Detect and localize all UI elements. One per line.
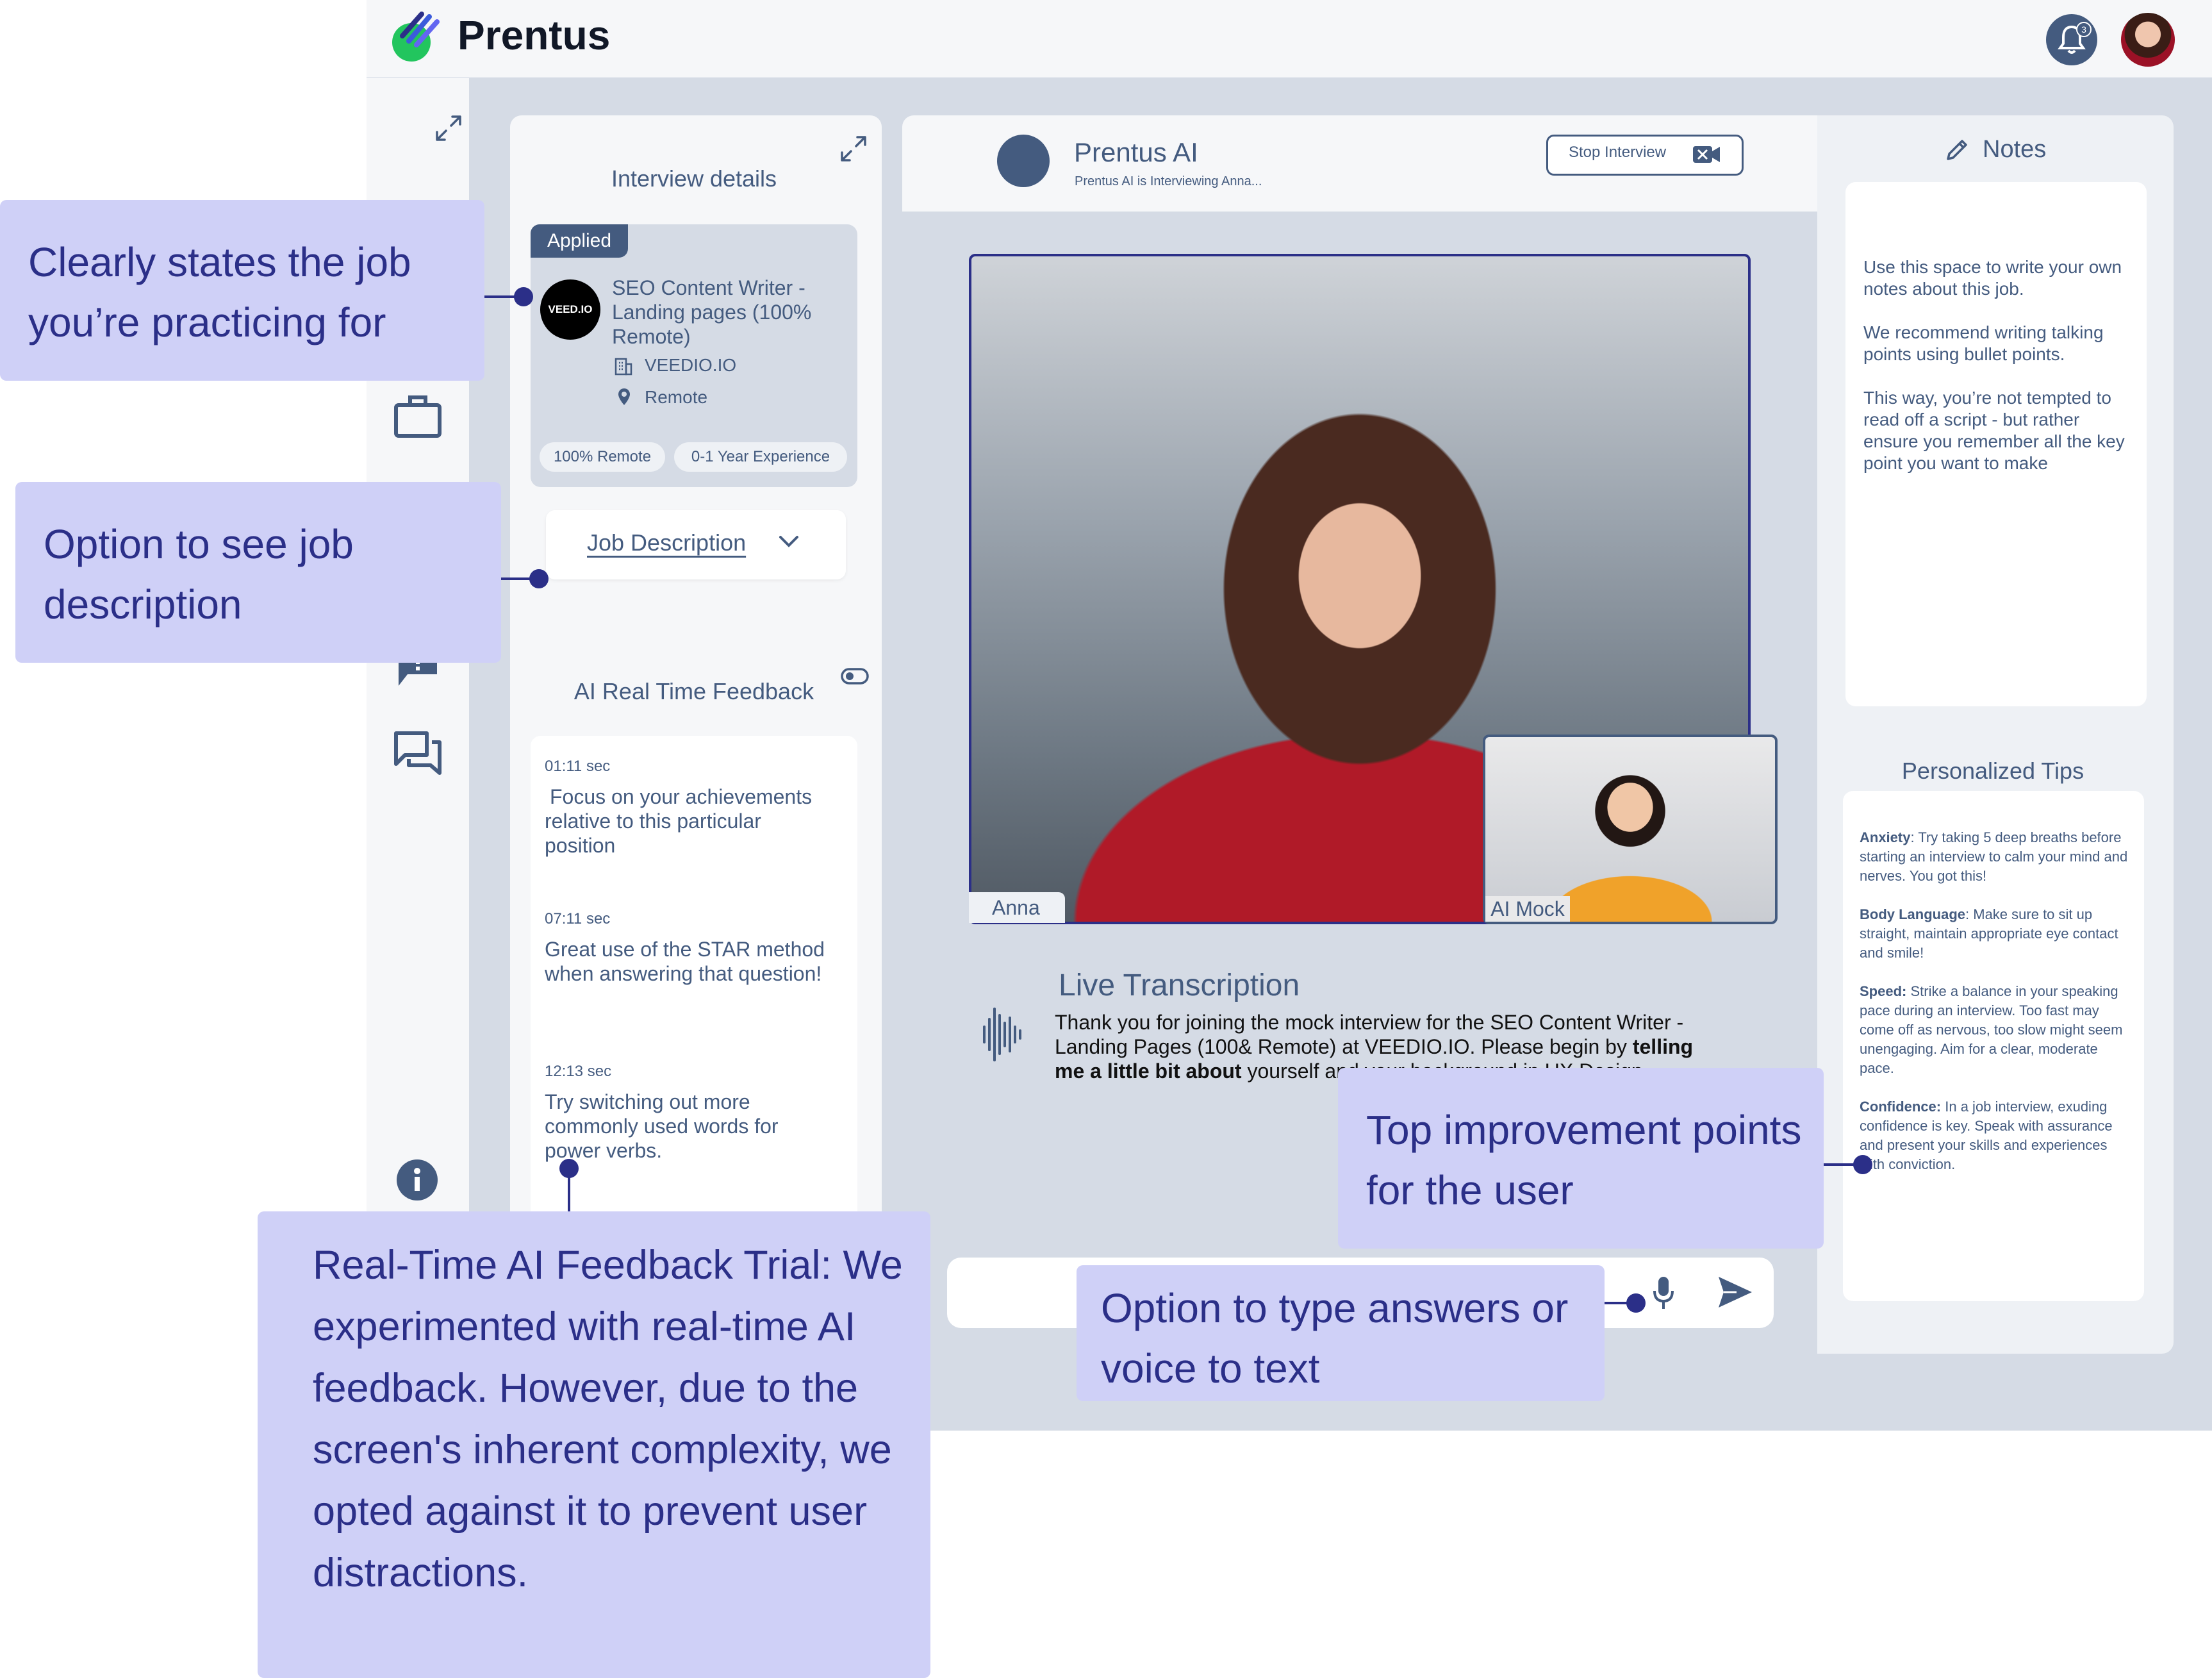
bell-icon — [2058, 25, 2086, 54]
notes-paragraph: Use this space to write your own notes a… — [1863, 257, 2122, 299]
soundwave-icon — [982, 1005, 1023, 1064]
tip-item: Speed: Strike a balance in your speaking… — [1860, 982, 2129, 1078]
notes-placeholder: Use this space to write your own notes a… — [1863, 256, 2133, 474]
ai-subtitle: Prentus AI is Interviewing Anna... — [1075, 174, 1262, 188]
candidate-video-label: Anna — [969, 892, 1065, 923]
microphone-icon[interactable] — [1652, 1275, 1675, 1310]
interview-details-title: Interview details — [611, 165, 777, 192]
company-logo: VEED.IO — [540, 279, 600, 340]
callout-improvement: Top improvement points for the user — [1338, 1068, 1824, 1249]
job-location: Remote — [645, 387, 708, 407]
notes-title: Notes — [1983, 136, 2047, 163]
callout-dot — [514, 287, 533, 306]
send-icon[interactable] — [1717, 1275, 1753, 1309]
callout-input: Option to type answers or voice to text — [1077, 1265, 1605, 1401]
callout-dot — [1626, 1293, 1646, 1313]
job-description-label: Job Description — [587, 529, 747, 556]
callout-dot — [529, 569, 549, 588]
notifications-button[interactable] — [2046, 14, 2097, 65]
callout-connector — [568, 1169, 570, 1213]
live-transcription-title: Live Transcription — [1059, 968, 1300, 1002]
status-badge: Applied — [531, 224, 628, 258]
expand-icon[interactable] — [433, 113, 464, 144]
chat-icon[interactable] — [393, 731, 442, 777]
logo-mark-icon — [388, 10, 443, 64]
callout-dot — [1853, 1155, 1872, 1174]
callout-description: Option to see job description — [15, 482, 501, 663]
tip-item: Body Language: Make sure to sit up strai… — [1860, 905, 2129, 963]
feedback-text: Great use of the STAR method when answer… — [545, 938, 825, 985]
info-icon[interactable] — [396, 1159, 438, 1201]
ai-mock-video-label: AI Mock — [1485, 896, 1570, 922]
tip-label: Confidence: — [1860, 1099, 1942, 1115]
transcript-segment: Thank you for joining the mock interview… — [1055, 1011, 1684, 1058]
tag-chip: 100% Remote — [540, 442, 665, 472]
feedback-time: 07:11 sec — [545, 910, 611, 927]
ai-name: Prentus AI — [1074, 137, 1198, 167]
feedback-text: Try switching out more commonly used wor… — [545, 1090, 779, 1162]
personalized-tips-title: Personalized Tips — [1901, 758, 2084, 784]
building-icon — [614, 356, 633, 376]
user-avatar[interactable] — [2121, 13, 2175, 67]
app-name: Prentus — [458, 12, 611, 58]
ai-avatar — [997, 135, 1050, 187]
notes-paragraph: We recommend writing talking points usin… — [1863, 322, 2104, 364]
tip-label: Body Language — [1860, 906, 1966, 922]
feedback-text: Focus on your achievements relative to t… — [545, 785, 813, 857]
location-pin-icon — [616, 387, 632, 406]
tip-label: Anxiety — [1860, 829, 1911, 845]
callout-job: Clearly states the job you’re practicing… — [0, 200, 484, 381]
tip-item: Confidence: In a job interview, exuding … — [1860, 1097, 2129, 1174]
top-bar — [367, 0, 2212, 78]
tip-separator: : — [1910, 829, 1919, 845]
job-title: SEO Content Writer - Landing pages (100%… — [612, 276, 812, 348]
notification-count-badge: 3 — [2076, 22, 2092, 37]
callout-feedback: Real-Time AI Feedback Trial: We experime… — [258, 1211, 930, 1678]
chevron-down-icon — [778, 535, 800, 549]
notes-paragraph: This way, you’re not tempted to read off… — [1863, 388, 2125, 473]
toggle-icon[interactable] — [841, 668, 869, 685]
feedback-time: 01:11 sec — [545, 758, 611, 775]
feedback-time: 12:13 sec — [545, 1063, 612, 1080]
pencil-icon — [1944, 137, 1970, 163]
tip-item: Anxiety: Try taking 5 deep breaths befor… — [1860, 828, 2129, 886]
company-name: VEEDIO.IO — [645, 355, 737, 375]
tip-label: Speed: — [1860, 983, 1907, 999]
tag-chip: 0-1 Year Experience — [674, 442, 847, 472]
video-off-icon — [1692, 144, 1721, 165]
expand-panel-icon[interactable] — [838, 133, 869, 164]
tip-separator: : — [1965, 906, 1974, 922]
stop-interview-label: Stop Interview — [1569, 144, 1667, 161]
feedback-title: AI Real Time Feedback — [574, 678, 814, 704]
briefcase-icon[interactable] — [393, 394, 442, 438]
